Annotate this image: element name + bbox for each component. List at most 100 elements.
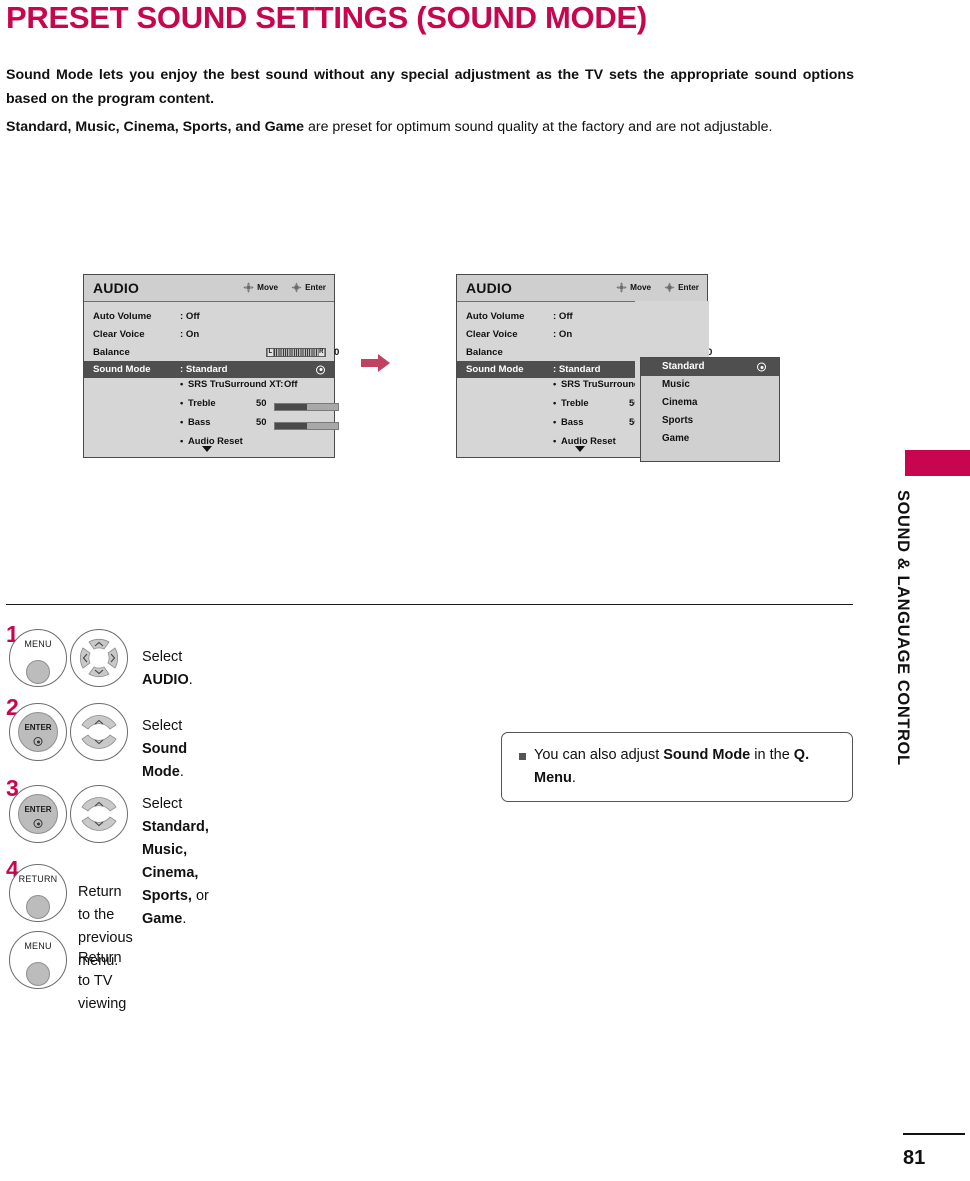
step-3-enter-inner-icon: [18, 794, 58, 834]
step-1-text-suffix: .: [188, 672, 193, 688]
step-5-menu-label: MENU: [24, 941, 52, 951]
step-2-navigation-pad[interactable]: [70, 703, 128, 761]
balance-meter[interactable]: L R: [266, 347, 326, 357]
step-3-enter-button[interactable]: ENTER: [9, 785, 67, 843]
srs-bullet-icon: •: [180, 378, 184, 389]
step-1-text-prefix: Select: [142, 649, 183, 665]
dropdown-option-music[interactable]: Music: [641, 376, 779, 394]
step-3-text-prefix: Select: [142, 796, 183, 812]
menu-row-auto-volume[interactable]: Auto Volume : Off: [84, 307, 334, 325]
auto-volume-label-2: Auto Volume: [466, 310, 525, 322]
step-4-return-label: RETURN: [18, 874, 58, 884]
menu-row-balance[interactable]: Balance 0 L R: [84, 343, 339, 361]
page-number: 81: [903, 1147, 926, 1169]
step-3-navigation-pad[interactable]: [70, 785, 128, 843]
step-2-text-suffix: .: [179, 764, 184, 780]
section-divider: [6, 604, 853, 605]
bass-value: 50: [256, 416, 267, 427]
auto-volume-label: Auto Volume: [93, 310, 152, 322]
balance-ticks: [273, 348, 318, 356]
audio-menu-title: AUDIO: [93, 280, 140, 296]
menu-row-sound-mode[interactable]: Sound Mode : Standard: [84, 361, 334, 378]
audio-menu-hints: Move Enter: [243, 282, 326, 293]
audio-reset-label-2: Audio Reset: [561, 435, 616, 446]
submenu-srs-trusurround[interactable]: • SRS TruSurround XT: Off: [84, 378, 334, 397]
page-title: PRESET SOUND SETTINGS (SOUND MODE): [6, 0, 647, 35]
dropdown-selected-radio-icon: [757, 362, 766, 372]
enter-dpad-icon-2: [664, 282, 675, 293]
step-2-text: Select Sound Mode.: [142, 715, 187, 784]
chapter-side-label: SOUND & LANGUAGE CONTROL: [894, 490, 912, 766]
flow-arrow-icon: [361, 352, 391, 374]
note-bullet-icon: [519, 753, 526, 760]
audio-menu-hints-2: Move Enter: [616, 282, 699, 293]
step-1-text-bold: AUDIO: [142, 672, 189, 688]
step-1-navigation-pad[interactable]: [70, 629, 128, 687]
note-text: You can also adjust Sound Mode in the Q.…: [534, 744, 842, 790]
sound-mode-label-2: Sound Mode: [466, 364, 524, 375]
move-dpad-icon: [243, 282, 254, 293]
hint-enter-label-2: Enter: [678, 283, 699, 292]
note-bold-1: Sound Mode: [663, 747, 751, 763]
dropdown-option-music-label: Music: [662, 379, 690, 390]
audio-reset-bullet-icon-2: •: [553, 435, 557, 446]
chapter-tab-mark: [905, 450, 970, 476]
balance-label: Balance: [93, 346, 130, 358]
audio-menu-header: AUDIO Move Enter: [84, 275, 334, 302]
step-3-text-bold2: Game: [142, 911, 183, 927]
step-2-enter-inner-icon: [18, 712, 58, 752]
step-3-enter-dot-icon: [33, 819, 43, 828]
dropdown-option-standard[interactable]: Standard: [641, 358, 779, 376]
sound-mode-value: : Standard: [180, 364, 228, 375]
audio-menu-header-2: AUDIO Move Enter: [457, 275, 707, 302]
clear-voice-value-2: : On: [553, 328, 573, 340]
step-5-text: Return to TV viewing: [78, 950, 127, 1012]
page-number-rule: [903, 1133, 965, 1135]
balance-left-cap: L: [268, 348, 273, 356]
treble-level-bar[interactable]: [274, 402, 339, 411]
bass-level-bar[interactable]: [274, 421, 339, 430]
dropdown-option-sports-label: Sports: [662, 415, 694, 426]
sound-mode-dropdown[interactable]: Standard Music Cinema Sports Game: [640, 357, 780, 462]
bass-bullet-icon-2: •: [553, 416, 557, 427]
step-5-menu-knob-icon: [26, 962, 50, 986]
hint-move-label: Move: [257, 283, 279, 292]
step-3-text-suffix: or: [191, 888, 209, 904]
scroll-down-caret-icon[interactable]: [202, 446, 212, 452]
step-1-menu-button[interactable]: MENU: [9, 629, 67, 687]
treble-label: Treble: [188, 397, 216, 408]
dropdown-option-game-label: Game: [662, 433, 690, 444]
audio-reset-label: Audio Reset: [188, 435, 243, 446]
balance-label-2: Balance: [466, 346, 503, 358]
auto-volume-value: : Off: [180, 310, 200, 322]
treble-bullet-icon-2: •: [553, 397, 557, 408]
step-1-menu-label: MENU: [24, 639, 52, 649]
dropdown-option-standard-label: Standard: [662, 361, 705, 372]
note-mid: in the: [750, 747, 794, 763]
audio-menu-panel-1[interactable]: AUDIO Move Enter Auto Volume: Off Clear…: [83, 274, 339, 458]
sound-mode-radio-icon: [316, 365, 325, 374]
scroll-down-caret-icon-2[interactable]: [575, 446, 585, 452]
srs-bullet-icon-2: •: [553, 378, 557, 389]
intro-paragraph-2-rest: are preset for optimum sound quality at …: [304, 119, 773, 135]
step-5-menu-button[interactable]: MENU: [9, 931, 67, 989]
dropdown-option-sports[interactable]: Sports: [641, 412, 779, 430]
dropdown-option-cinema[interactable]: Cinema: [641, 394, 779, 412]
treble-label-2: Treble: [561, 397, 589, 408]
dropdown-option-game[interactable]: Game: [641, 430, 779, 448]
intro-mode-list: Standard, Music, Cinema, Sports, and Gam…: [6, 119, 305, 135]
menu-row-clear-voice[interactable]: Clear Voice : On: [84, 325, 334, 343]
step-2-enter-label: ENTER: [24, 723, 52, 732]
audio-menu-body-1: Auto Volume : Off Clear Voice : On Balan…: [84, 302, 339, 454]
bass-bullet-icon: •: [180, 416, 184, 427]
bass-label: Bass: [188, 416, 211, 427]
submenu-bass[interactable]: • Bass 50: [84, 416, 339, 435]
note-prefix: You can also adjust: [534, 747, 664, 763]
balance-right-cap: R: [318, 348, 324, 356]
step-4-return-button[interactable]: RETURN: [9, 864, 67, 922]
step-2-enter-button[interactable]: ENTER: [9, 703, 67, 761]
submenu-treble[interactable]: • Treble 50: [84, 397, 339, 416]
sound-mode-value-2: : Standard: [553, 364, 601, 375]
step-1-menu-knob-icon: [26, 660, 50, 684]
clear-voice-label-2: Clear Voice: [466, 328, 518, 340]
